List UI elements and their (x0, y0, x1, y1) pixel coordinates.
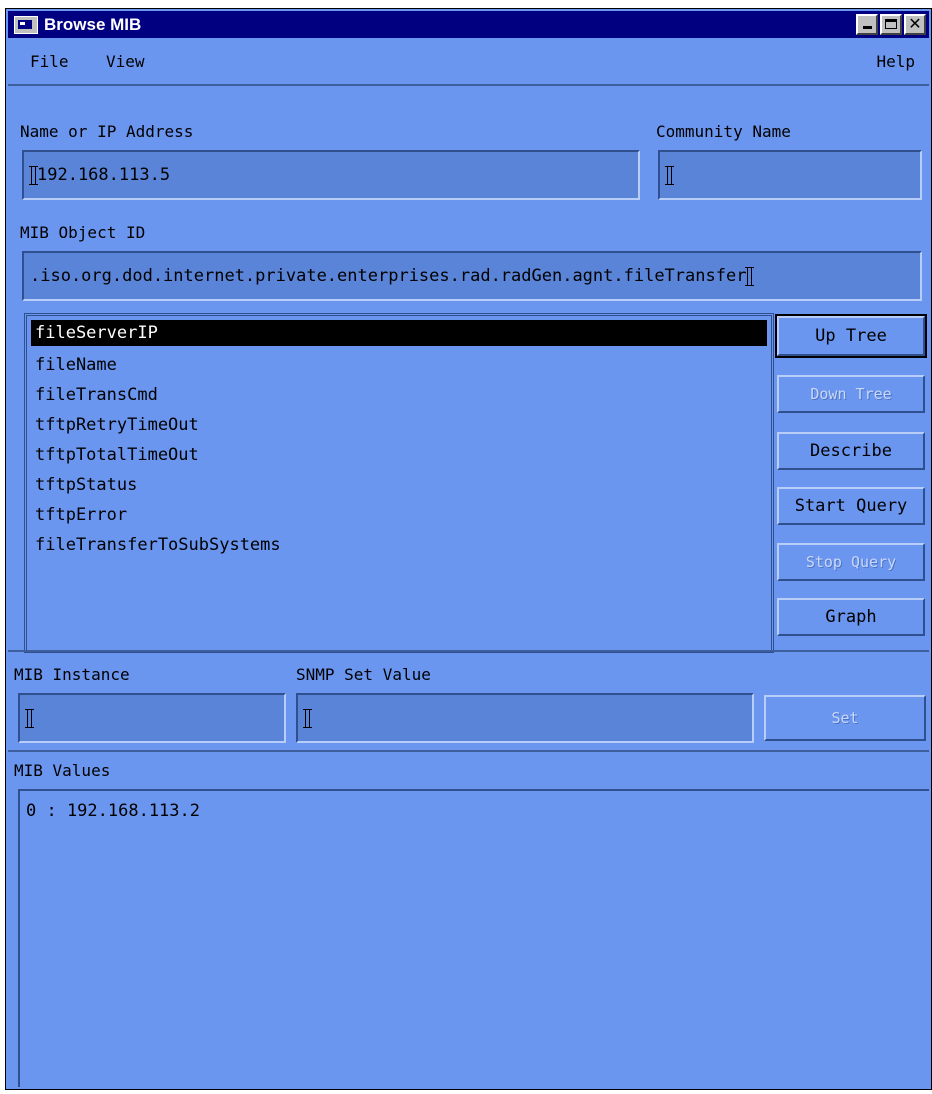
menu-bar: File View Help (8, 40, 929, 86)
list-item[interactable]: tftpRetryTimeOut (31, 410, 767, 440)
community-input[interactable] (658, 150, 922, 200)
instance-label: MIB Instance (14, 665, 130, 684)
text-cursor-icon (745, 266, 755, 286)
list-item[interactable]: fileServerIP (31, 320, 767, 346)
host-value: 192.168.113.5 (37, 165, 171, 185)
host-label: Name or IP Address (20, 122, 194, 141)
oid-value: .iso.org.dod.internet.private.enterprise… (30, 266, 747, 286)
menu-file[interactable]: File (30, 52, 69, 71)
menu-help[interactable]: Help (876, 52, 915, 71)
app-icon (14, 15, 38, 34)
set-button[interactable]: Set (764, 695, 926, 741)
text-cursor-icon (29, 165, 38, 185)
mib-values-output[interactable]: 0 : 192.168.113.2 (18, 789, 929, 1087)
mib-value-line: 0 : 192.168.113.2 (26, 801, 200, 821)
oid-input[interactable]: .iso.org.dod.internet.private.enterprise… (22, 251, 922, 301)
text-cursor-icon (25, 708, 34, 728)
list-item[interactable]: fileName (31, 350, 767, 380)
list-item[interactable]: tftpError (31, 500, 767, 530)
host-input[interactable]: 192.168.113.5 (22, 150, 640, 200)
browse-mib-window: Browse MIB ✕ File View Help Name or IP A… (5, 8, 932, 1090)
set-value-label: SNMP Set Value (296, 665, 431, 684)
mib-instance-input[interactable] (18, 693, 286, 743)
text-cursor-icon (665, 165, 674, 185)
stop-query-button[interactable]: Stop Query (777, 543, 925, 581)
list-item[interactable]: fileTransferToSubSystems (31, 530, 767, 560)
community-label: Community Name (656, 122, 791, 141)
start-query-button[interactable]: Start Query (777, 487, 925, 525)
down-tree-button[interactable]: Down Tree (777, 375, 925, 413)
snmp-set-value-input[interactable] (296, 693, 754, 743)
divider (8, 650, 929, 652)
minimize-icon[interactable] (856, 14, 878, 35)
describe-button[interactable]: Describe (777, 432, 925, 470)
list-item[interactable]: tftpTotalTimeOut (31, 440, 767, 470)
window-controls: ✕ (856, 14, 926, 35)
close-icon[interactable]: ✕ (904, 14, 926, 35)
mib-object-list[interactable]: fileServerIP fileName fileTransCmd tftpRetr… (24, 313, 774, 653)
graph-button[interactable]: Graph (777, 598, 925, 636)
maximize-icon[interactable] (880, 14, 902, 35)
text-cursor-icon (303, 708, 312, 728)
list-item[interactable]: tftpStatus (31, 470, 767, 500)
title-bar[interactable]: Browse MIB ✕ (8, 11, 929, 38)
up-tree-button[interactable]: Up Tree (775, 314, 927, 358)
divider (8, 750, 929, 752)
mib-values-label: MIB Values (14, 761, 111, 780)
menu-view[interactable]: View (106, 52, 145, 71)
oid-label: MIB Object ID (20, 223, 146, 242)
window-title: Browse MIB (44, 14, 142, 34)
list-item[interactable]: fileTransCmd (31, 380, 767, 410)
